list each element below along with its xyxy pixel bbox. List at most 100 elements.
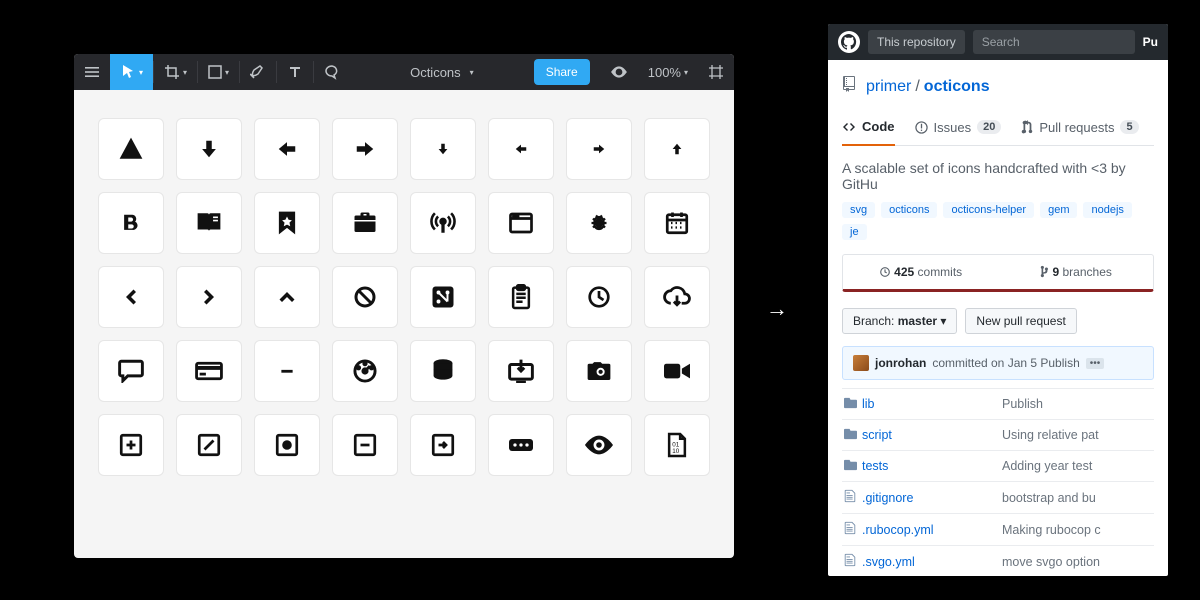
file-icon: [844, 521, 862, 538]
device-camera-video-icon[interactable]: [644, 340, 710, 402]
preview-icon[interactable]: [600, 54, 638, 90]
circle-slash-icon[interactable]: [332, 266, 398, 328]
file-row[interactable]: .gitignorebootstrap and bu: [842, 481, 1154, 513]
bookmark-icon[interactable]: [254, 192, 320, 254]
file-row[interactable]: testsAdding year test: [842, 450, 1154, 481]
file-icon: [844, 489, 862, 506]
github-header: This repository Pu: [828, 24, 1168, 60]
dash-icon[interactable]: [254, 340, 320, 402]
tab-issues[interactable]: Issues20: [915, 111, 1002, 145]
eye-icon[interactable]: [566, 414, 632, 476]
branch-selector[interactable]: Branch: master ▾: [842, 308, 957, 334]
diff-removed-icon[interactable]: [332, 414, 398, 476]
topics: svg octicons octicons-helper gem nodejs …: [842, 202, 1154, 240]
design-toolbar: ▾ ▾ ▾ Octicons▾ Share 100%▾: [74, 54, 734, 90]
comment-tool[interactable]: [314, 54, 350, 90]
file-list: libPublishscriptUsing relative pattestsA…: [842, 388, 1154, 576]
file-name[interactable]: .gitignore: [862, 491, 1002, 505]
ellipsis-icon[interactable]: [488, 414, 554, 476]
pointer-tool[interactable]: ▾: [110, 54, 153, 90]
design-panel: ▾ ▾ ▾ Octicons▾ Share 100%▾: [74, 54, 734, 558]
clock-icon[interactable]: [566, 266, 632, 328]
arrow-small-right-icon[interactable]: [566, 118, 632, 180]
new-pr-button[interactable]: New pull request: [965, 308, 1076, 334]
topic-chip[interactable]: svg: [842, 202, 875, 218]
browser-icon[interactable]: [488, 192, 554, 254]
shape-tool[interactable]: ▾: [198, 54, 239, 90]
bug-icon[interactable]: [566, 192, 632, 254]
layout-grid-icon[interactable]: [698, 54, 734, 90]
file-name[interactable]: .svgo.yml: [862, 555, 1002, 569]
icon-grid: 0110: [74, 90, 734, 504]
folder-icon: [844, 458, 862, 474]
commit-msg: bootstrap and bu: [1002, 491, 1152, 505]
file-title[interactable]: Octicons▾: [398, 65, 486, 80]
repo-link[interactable]: octicons: [924, 78, 990, 96]
text-tool[interactable]: [277, 54, 313, 90]
nav-link[interactable]: Pu: [1143, 35, 1158, 49]
file-row[interactable]: .svgo.ymlmove svgo option: [842, 545, 1154, 576]
arrow-icon: →: [766, 296, 788, 322]
bold-icon[interactable]: [98, 192, 164, 254]
zoom-control[interactable]: 100%▾: [638, 54, 698, 90]
chevron-right-icon[interactable]: [176, 266, 242, 328]
file-binary-icon[interactable]: 0110: [644, 414, 710, 476]
latest-commit[interactable]: jonrohan committed on Jan 5 Publish •••: [842, 346, 1154, 380]
scope-selector[interactable]: This repository: [868, 30, 965, 54]
diff-modified-icon[interactable]: [254, 414, 320, 476]
arrow-small-left-icon[interactable]: [488, 118, 554, 180]
topic-chip[interactable]: gem: [1040, 202, 1077, 218]
file-name[interactable]: script: [862, 428, 1002, 442]
file-row[interactable]: scriptUsing relative pat: [842, 419, 1154, 450]
device-camera-icon[interactable]: [566, 340, 632, 402]
topic-chip[interactable]: octicons: [881, 202, 937, 218]
folder-icon: [844, 427, 862, 443]
file-row[interactable]: .rubocop.ymlMaking rubocop c: [842, 513, 1154, 545]
repo-stats: 425 commits 9 branches: [842, 254, 1154, 292]
topic-chip[interactable]: je: [842, 224, 867, 240]
crop-tool[interactable]: ▾: [154, 54, 197, 90]
calendar-icon[interactable]: [644, 192, 710, 254]
arrow-small-up-icon[interactable]: [644, 118, 710, 180]
broadcast-icon[interactable]: [410, 192, 476, 254]
diff-added-icon[interactable]: [98, 414, 164, 476]
file-row[interactable]: libPublish: [842, 388, 1154, 419]
chevron-up-icon[interactable]: [254, 266, 320, 328]
arrow-small-down-icon[interactable]: [410, 118, 476, 180]
file-name[interactable]: .rubocop.yml: [862, 523, 1002, 537]
book-icon[interactable]: [176, 192, 242, 254]
credit-card-icon[interactable]: [176, 340, 242, 402]
diff-ignored-icon[interactable]: [176, 414, 242, 476]
arrow-right-icon[interactable]: [332, 118, 398, 180]
commits-stat[interactable]: 425 commits: [843, 255, 998, 289]
arrow-left-icon[interactable]: [254, 118, 320, 180]
chevron-left-icon[interactable]: [98, 266, 164, 328]
diff-renamed-icon[interactable]: [410, 414, 476, 476]
hamburger-icon[interactable]: [74, 54, 110, 90]
github-panel: This repository Pu primer / octicons Cod…: [828, 24, 1168, 576]
briefcase-icon[interactable]: [332, 192, 398, 254]
topic-chip[interactable]: nodejs: [1083, 202, 1131, 218]
branches-stat[interactable]: 9 branches: [998, 255, 1153, 289]
ellipsis-icon[interactable]: •••: [1086, 358, 1105, 369]
arrow-down-icon[interactable]: [176, 118, 242, 180]
share-button[interactable]: Share: [534, 59, 590, 85]
owner-link[interactable]: primer: [866, 78, 911, 96]
tab-code[interactable]: Code: [842, 111, 895, 146]
clippy-icon[interactable]: [488, 266, 554, 328]
tab-pulls[interactable]: Pull requests5: [1021, 111, 1138, 145]
dashboard-icon[interactable]: [332, 340, 398, 402]
file-name[interactable]: tests: [862, 459, 1002, 473]
topic-chip[interactable]: octicons-helper: [943, 202, 1034, 218]
alert-icon[interactable]: [98, 118, 164, 180]
database-icon[interactable]: [410, 340, 476, 402]
comment-icon[interactable]: [98, 340, 164, 402]
desktop-download-icon[interactable]: [488, 340, 554, 402]
file-name[interactable]: lib: [862, 397, 1002, 411]
circuit-board-icon[interactable]: [410, 266, 476, 328]
commit-msg: Using relative pat: [1002, 428, 1152, 442]
cloud-download-icon[interactable]: [644, 266, 710, 328]
pen-tool[interactable]: [240, 54, 276, 90]
github-logo-icon[interactable]: [838, 31, 860, 53]
search-input[interactable]: [973, 30, 1135, 54]
